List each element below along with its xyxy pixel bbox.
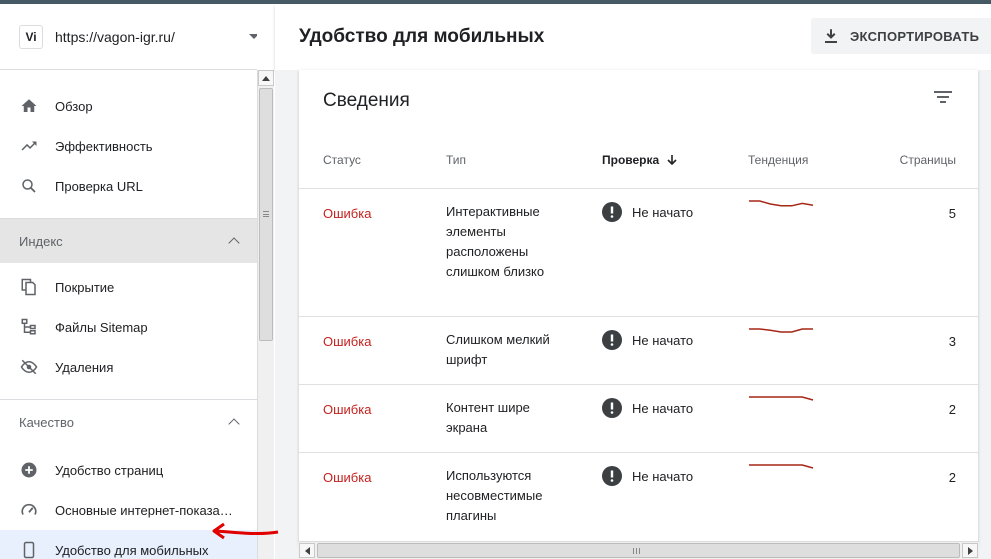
plus-circle-icon [19, 460, 39, 480]
section-title: Качество [19, 414, 74, 430]
scroll-up-button[interactable] [258, 70, 274, 86]
home-icon [19, 96, 39, 116]
sidebar-item-removals[interactable]: Удаления [0, 347, 257, 387]
page-header: Удобство для мобильных ЭКСПОРТИРОВАТЬ [275, 4, 991, 70]
trend-sparkline [749, 396, 814, 401]
visibility-off-icon [19, 357, 39, 377]
sidebar-item-label: Удобство для мобильных [55, 542, 209, 558]
column-check-label: Проверка [602, 153, 660, 167]
annotation-arrow-icon [212, 522, 279, 540]
scrollbar-thumb[interactable] [317, 543, 960, 558]
property-favicon: Vi [19, 24, 43, 49]
row-type: Контент шире экрана [446, 400, 530, 435]
table-row[interactable]: Ошибка Используются несовместимые плагин… [299, 453, 978, 545]
horizontal-scrollbar[interactable] [298, 541, 979, 559]
sidebar-item-label: Файлы Sitemap [55, 319, 148, 335]
search-icon [19, 176, 39, 196]
column-pages[interactable]: Страницы [900, 153, 956, 167]
row-status: Ошибка [323, 470, 372, 485]
alert-circle-icon [602, 330, 622, 350]
trending-up-icon [19, 136, 39, 156]
row-check-label: Не начато [632, 400, 694, 416]
property-url: https://vagon-igr.ru/ [55, 28, 175, 45]
page-title: Удобство для мобильных [299, 26, 545, 47]
sidebar-item-coverage[interactable]: Покрытие [0, 267, 257, 307]
sidebar-item-label: Обзор [55, 98, 93, 114]
row-check: Не начато [602, 202, 693, 222]
trend-line [749, 396, 814, 401]
row-check: Не начато [602, 466, 693, 486]
row-type: Слишком мелкий шрифт [446, 332, 550, 367]
row-pages: 3 [948, 334, 956, 349]
row-status: Ошибка [323, 206, 372, 221]
alert-circle-icon [602, 466, 622, 486]
filter-icon[interactable] [932, 88, 954, 111]
caret-down-icon[interactable] [249, 34, 257, 39]
column-check[interactable]: Проверка [602, 153, 679, 167]
table-row[interactable]: Ошибка Контент шире экрана Не начато 2 [299, 385, 978, 453]
alert-circle-icon [602, 398, 622, 418]
row-check-label: Не начато [632, 204, 694, 220]
trend-line [749, 200, 814, 207]
arrow-down-icon [667, 155, 677, 166]
table-header: Статус Тип Проверка Тенденция Страницы [299, 140, 978, 189]
scroll-left-button[interactable] [299, 543, 315, 558]
trend-sparkline [749, 464, 814, 469]
alert-circle-icon [602, 202, 622, 222]
section-title: Индекс [19, 233, 63, 249]
table-row[interactable]: Ошибка Слишком мелкий шрифт Не начато 3 [299, 317, 978, 385]
gauge-icon [19, 500, 39, 520]
row-pages: 2 [948, 402, 956, 417]
sidebar-item-label: Основные интернет-показа… [55, 502, 233, 518]
export-button[interactable]: ЭКСПОРТИРОВАТЬ [811, 18, 991, 54]
scroll-right-button[interactable] [962, 543, 978, 558]
sidebar-item-overview[interactable]: Обзор [0, 86, 257, 126]
sidebar-item-sitemaps[interactable]: Файлы Sitemap [0, 307, 257, 347]
trend-line [749, 328, 813, 333]
row-check: Не начато [602, 398, 693, 418]
sitemap-icon [19, 317, 39, 337]
sidebar-scrollbar[interactable] [257, 70, 274, 559]
card-title: Сведения [323, 90, 410, 111]
details-card: Сведения Статус Тип Проверка Тенденция С… [299, 70, 978, 545]
row-check-label: Не начато [632, 468, 694, 484]
sidebar-item-url-inspection[interactable]: Проверка URL [0, 166, 257, 206]
sidebar-item-label: Эффективность [55, 138, 153, 154]
column-trend[interactable]: Тенденция [748, 153, 808, 167]
export-label: ЭКСПОРТИРОВАТЬ [850, 28, 980, 44]
sidebar-item-page-experience[interactable]: Удобство страниц [0, 450, 257, 490]
sidebar-item-label: Покрытие [55, 279, 115, 295]
sidebar: Vi https://vagon-igr.ru/ Обзор Эффективн… [0, 4, 257, 559]
row-type: Используются несовместимые плагины [446, 468, 543, 523]
chevron-up-icon [228, 237, 240, 249]
sidebar-item-label: Удаления [55, 359, 114, 375]
table-row[interactable]: Ошибка Интерактивные элементы расположен… [299, 189, 978, 317]
column-status[interactable]: Статус [323, 153, 361, 167]
copy-icon [19, 277, 39, 297]
trend-sparkline [749, 328, 813, 333]
row-status: Ошибка [323, 334, 372, 349]
scrollbar-thumb[interactable] [259, 88, 273, 341]
sidebar-item-label: Удобство страниц [55, 462, 164, 478]
property-selector[interactable]: Vi https://vagon-igr.ru/ [0, 4, 257, 70]
section-index-header[interactable]: Индекс [0, 219, 257, 263]
trend-line [749, 464, 814, 469]
smartphone-icon [19, 540, 39, 559]
column-type[interactable]: Тип [446, 153, 466, 167]
main-content: Сведения Статус Тип Проверка Тенденция С… [275, 70, 991, 559]
row-type: Интерактивные элементы расположены слишк… [446, 204, 545, 279]
section-quality-header[interactable]: Качество [0, 400, 257, 444]
row-status: Ошибка [323, 402, 372, 417]
row-pages: 2 [948, 470, 956, 485]
sidebar-item-performance[interactable]: Эффективность [0, 126, 257, 166]
download-icon [822, 27, 840, 45]
row-check-label: Не начато [632, 332, 694, 348]
row-pages: 5 [948, 206, 956, 221]
trend-sparkline [749, 200, 814, 207]
chevron-up-icon [228, 418, 240, 430]
sidebar-item-label: Проверка URL [55, 178, 143, 194]
row-check: Не начато [602, 330, 693, 350]
